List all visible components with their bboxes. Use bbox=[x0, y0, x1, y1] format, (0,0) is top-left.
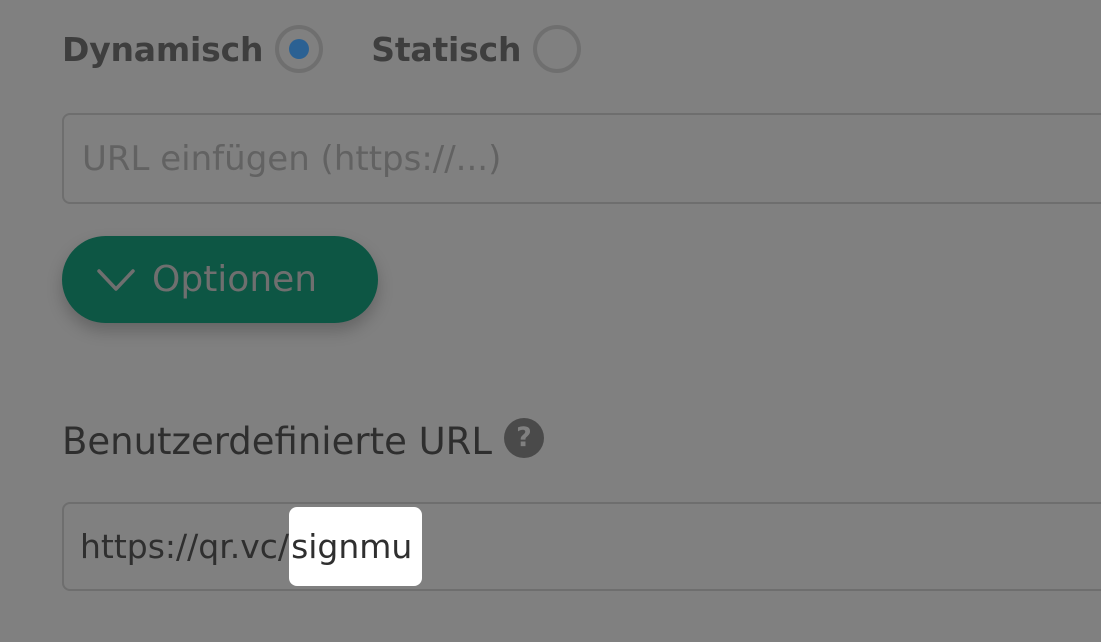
custom-url-slug-input[interactable]: signmu bbox=[289, 507, 423, 586]
radio-label-static: Statisch bbox=[371, 29, 522, 69]
custom-url-prefix: https://qr.vc/ bbox=[80, 527, 290, 566]
radio-option-dynamic[interactable]: Dynamisch bbox=[62, 25, 324, 73]
options-button[interactable]: Optionen bbox=[62, 236, 378, 323]
radio-label-dynamic: Dynamisch bbox=[62, 29, 264, 69]
url-input[interactable] bbox=[62, 113, 1101, 204]
custom-url-label: Benutzerdefinierte URL bbox=[62, 420, 492, 463]
help-icon[interactable]: ? bbox=[504, 417, 544, 458]
radio-button-dynamic[interactable] bbox=[275, 25, 324, 73]
radio-selected-dot bbox=[289, 39, 310, 59]
chevron-down-icon bbox=[96, 260, 136, 300]
radio-button-static[interactable] bbox=[533, 25, 582, 73]
options-button-label: Optionen bbox=[152, 259, 318, 300]
custom-url-field[interactable]: https://qr.vc/ signmu bbox=[62, 502, 1101, 591]
qr-type-radio-group: Dynamisch Statisch bbox=[62, 22, 582, 76]
custom-url-heading: Benutzerdefinierte URL ? bbox=[62, 417, 544, 463]
radio-option-static[interactable]: Statisch bbox=[371, 25, 582, 73]
